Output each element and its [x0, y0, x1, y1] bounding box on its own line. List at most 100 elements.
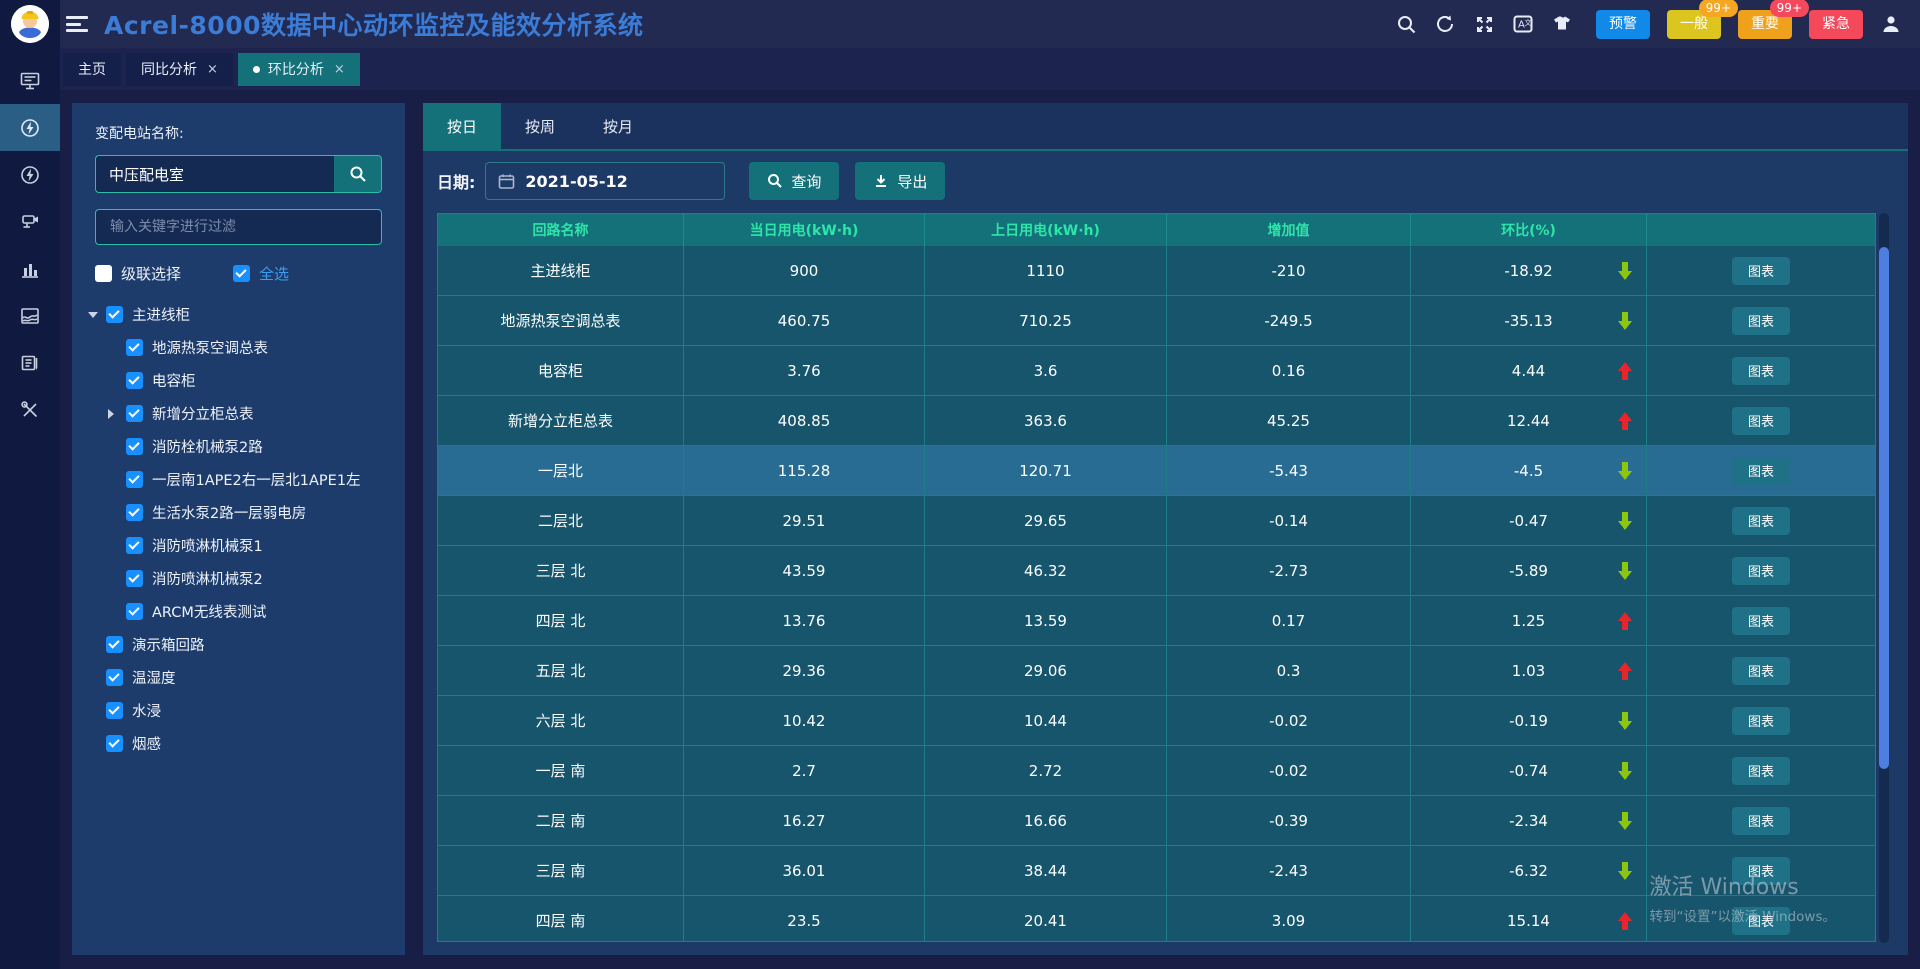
monitor-dashboard-icon[interactable]: [0, 57, 60, 104]
chart-button[interactable]: 图表: [1732, 507, 1790, 535]
chart-button[interactable]: 图表: [1732, 607, 1790, 635]
chevron-right-shape: [108, 409, 126, 419]
table-cell-delta: -0.02: [1166, 746, 1410, 795]
chevron-right-icon[interactable]: [108, 409, 126, 419]
query-button[interactable]: 查询: [749, 162, 839, 200]
menu-collapse-icon[interactable]: [64, 13, 90, 35]
power-quality-icon[interactable]: [0, 151, 60, 198]
checkbox[interactable]: [126, 537, 143, 554]
user-icon[interactable]: [1880, 13, 1902, 35]
close-icon[interactable]: ×: [207, 62, 218, 77]
chart-button[interactable]: 图表: [1732, 907, 1790, 935]
nav-tab[interactable]: 同比分析×: [126, 53, 233, 86]
chart-button[interactable]: 图表: [1732, 757, 1790, 785]
nav-tab[interactable]: 主页: [63, 53, 121, 86]
translate-icon[interactable]: A文: [1512, 13, 1534, 35]
theme-icon[interactable]: [1551, 13, 1573, 35]
fullscreen-icon[interactable]: [1473, 13, 1495, 35]
tree-item-label: 水浸: [132, 700, 161, 721]
tree-filter-input[interactable]: [95, 209, 382, 245]
table-cell-today: 408.85: [683, 396, 924, 445]
cascade-checkbox[interactable]: [95, 265, 112, 282]
tree-item[interactable]: 消防喷淋机械泵2: [88, 562, 389, 595]
chart-button[interactable]: 图表: [1732, 807, 1790, 835]
tree-item[interactable]: 演示箱回路: [88, 628, 389, 661]
chart-button[interactable]: 图表: [1732, 657, 1790, 685]
checkbox[interactable]: [126, 504, 143, 521]
bar-chart-icon[interactable]: [0, 245, 60, 292]
close-icon[interactable]: ×: [334, 62, 345, 77]
table-cell-ratio: 1.25: [1410, 596, 1646, 645]
curve-chart-icon[interactable]: [0, 292, 60, 339]
checkbox[interactable]: [126, 339, 143, 356]
ratio-value: -0.19: [1509, 712, 1548, 730]
station-input[interactable]: [95, 155, 334, 193]
table-cell-today: 900: [683, 246, 924, 295]
tree-item[interactable]: 烟感: [88, 727, 389, 760]
checkbox[interactable]: [106, 702, 123, 719]
tree-item[interactable]: 生活水泵2路一层弱电房: [88, 496, 389, 529]
tree-item[interactable]: 消防喷淋机械泵1: [88, 529, 389, 562]
select-all-label[interactable]: 全选: [259, 263, 289, 284]
chart-button[interactable]: 图表: [1732, 457, 1790, 485]
table-cell-yesterday: 710.25: [924, 296, 1166, 345]
alarm-button[interactable]: 预警: [1596, 10, 1650, 39]
checkbox[interactable]: [126, 471, 143, 488]
system-tools-icon[interactable]: [0, 386, 60, 433]
tree-item[interactable]: 地源热泵空调总表: [88, 331, 389, 364]
alarm-button[interactable]: 重要99+: [1738, 10, 1792, 39]
tree-item[interactable]: 温湿度: [88, 661, 389, 694]
app-title: Acrel-8000数据中心动环监控及能效分析系统: [104, 6, 643, 42]
video-surveillance-icon[interactable]: [0, 198, 60, 245]
table-scrollbar-track[interactable]: [1879, 213, 1889, 943]
tree-item[interactable]: 新增分立柜总表: [88, 397, 389, 430]
chart-button[interactable]: 图表: [1732, 407, 1790, 435]
export-button[interactable]: 导出: [855, 162, 945, 200]
table-cell-yesterday: 3.6: [924, 346, 1166, 395]
period-tab[interactable]: 按月: [579, 103, 657, 149]
checkbox[interactable]: [126, 405, 143, 422]
app-root: Acrel-8000数据中心动环监控及能效分析系统 A文 预警一般99+ 重要99…: [0, 0, 1920, 969]
table-cell-delta: 45.25: [1166, 396, 1410, 445]
chart-button[interactable]: 图表: [1732, 707, 1790, 735]
checkbox[interactable]: [106, 669, 123, 686]
tree-item[interactable]: 水浸: [88, 694, 389, 727]
chevron-down-shape: [88, 312, 98, 318]
date-input[interactable]: 2021-05-12: [485, 162, 725, 200]
search-icon[interactable]: [1395, 13, 1417, 35]
chart-button[interactable]: 图表: [1732, 557, 1790, 585]
tree-item[interactable]: 电容柜: [88, 364, 389, 397]
checkbox[interactable]: [126, 438, 143, 455]
checkbox[interactable]: [106, 306, 123, 323]
nav-tab[interactable]: 环比分析×: [238, 53, 360, 86]
station-search-button[interactable]: [334, 155, 382, 193]
trend-down-icon: [1618, 512, 1632, 530]
tree-item[interactable]: 一层南1APE2右一层北1APE1左: [88, 463, 389, 496]
chart-button[interactable]: 图表: [1732, 257, 1790, 285]
period-tab[interactable]: 按日: [423, 103, 501, 149]
checkbox[interactable]: [106, 735, 123, 752]
select-all-checkbox[interactable]: [233, 265, 250, 282]
tree-item[interactable]: 主进线柜: [88, 298, 389, 331]
energy-monitor-icon[interactable]: [0, 104, 60, 151]
trend-arrow-stem: [1622, 370, 1628, 380]
alarm-button[interactable]: 紧急: [1809, 10, 1863, 39]
tree-item[interactable]: ARCM无线表测试: [88, 595, 389, 628]
chart-button[interactable]: 图表: [1732, 857, 1790, 885]
checkbox[interactable]: [126, 603, 143, 620]
period-tab[interactable]: 按周: [501, 103, 579, 149]
checkbox[interactable]: [126, 570, 143, 587]
ratio-value: -0.47: [1509, 512, 1548, 530]
refresh-icon[interactable]: [1434, 13, 1456, 35]
chart-button[interactable]: 图表: [1732, 307, 1790, 335]
comparison-table: 回路名称当日用电(kW·h)上日用电(kW·h)增加值环比(%) 主进线柜900…: [437, 213, 1876, 942]
chevron-down-icon[interactable]: [88, 312, 106, 318]
scrollbar-thumb[interactable]: [1879, 247, 1889, 769]
tree-item[interactable]: 消防栓机械泵2路: [88, 430, 389, 463]
chart-button[interactable]: 图表: [1732, 357, 1790, 385]
report-icon[interactable]: [0, 339, 60, 386]
checkbox[interactable]: [126, 372, 143, 389]
alarm-button[interactable]: 一般99+: [1667, 10, 1721, 39]
checkbox[interactable]: [106, 636, 123, 653]
tree-item-label: 电容柜: [152, 370, 196, 391]
